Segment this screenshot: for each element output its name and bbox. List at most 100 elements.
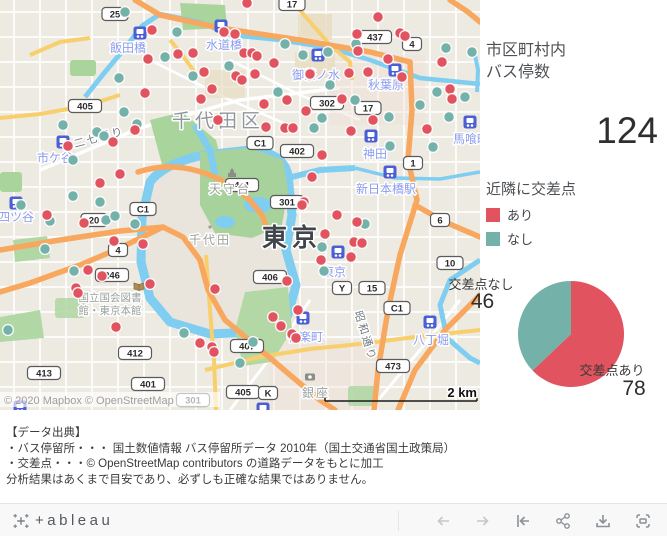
bus-stop-dot-with-crossing[interactable] <box>361 65 375 79</box>
bus-stop-dot-with-crossing[interactable] <box>113 167 127 181</box>
bus-stop-dot-with-crossing[interactable] <box>381 52 395 66</box>
bus-stop-dot-with-crossing[interactable] <box>299 104 313 118</box>
bus-stop-dot-with-crossing[interactable] <box>259 120 273 134</box>
bus-stop-dot-with-crossing[interactable] <box>217 25 231 39</box>
bus-stop-dot-with-crossing[interactable] <box>335 92 349 106</box>
bus-stop-dot-no-crossing[interactable] <box>382 110 396 124</box>
legend-item-no[interactable]: なし <box>486 229 576 248</box>
bus-stop-dot-with-crossing[interactable] <box>344 124 358 138</box>
bus-stop-dot-with-crossing[interactable] <box>228 27 242 41</box>
bus-stop-dot-no-crossing[interactable] <box>66 189 80 203</box>
bus-stop-dot-no-crossing[interactable] <box>108 209 122 223</box>
bus-stop-dot-with-crossing[interactable] <box>330 208 344 222</box>
bus-stop-dot-no-crossing[interactable] <box>278 37 292 51</box>
bus-stop-dot-with-crossing[interactable] <box>141 52 155 66</box>
bus-stop-dot-no-crossing[interactable] <box>348 93 362 107</box>
bus-stop-dot-no-crossing[interactable] <box>56 118 70 132</box>
fullscreen-button[interactable] <box>633 511 653 531</box>
bus-stop-dot-no-crossing[interactable] <box>383 139 397 153</box>
bus-stop-dot-with-crossing[interactable] <box>250 49 264 63</box>
bus-stop-dot-no-crossing[interactable] <box>93 195 107 209</box>
bus-stop-dot-with-crossing[interactable] <box>274 319 288 333</box>
bus-stop-dot-with-crossing[interactable] <box>280 274 294 288</box>
bus-stop-dot-no-crossing[interactable] <box>317 264 331 278</box>
bus-stop-dot-with-crossing[interactable] <box>289 331 303 345</box>
bus-stop-dot-with-crossing[interactable] <box>211 113 225 127</box>
bus-stop-dot-with-crossing[interactable] <box>342 66 356 80</box>
bus-stop-dot-with-crossing[interactable] <box>95 269 109 283</box>
bus-stop-dot-with-crossing[interactable] <box>128 123 142 137</box>
bus-stop-dot-with-crossing[interactable] <box>197 65 211 79</box>
bus-stop-dot-with-crossing[interactable] <box>280 93 294 107</box>
bus-stop-dot-with-crossing[interactable] <box>350 27 364 41</box>
share-button[interactable] <box>553 511 573 531</box>
bus-stop-dot-with-crossing[interactable] <box>77 216 91 230</box>
bus-stop-dot-no-crossing[interactable] <box>246 335 260 349</box>
bus-stop-dot-no-crossing[interactable] <box>439 41 453 55</box>
bus-stop-dot-with-crossing[interactable] <box>205 82 219 96</box>
bus-stop-dot-with-crossing[interactable] <box>445 92 459 106</box>
bus-stop-dot-with-crossing[interactable] <box>314 253 328 267</box>
bus-stop-dot-with-crossing[interactable] <box>93 176 107 190</box>
bus-stop-dot-with-crossing[interactable] <box>318 227 332 241</box>
bus-stop-dot-with-crossing[interactable] <box>71 286 85 300</box>
bus-stop-dot-with-crossing[interactable] <box>235 73 249 87</box>
bus-stop-dot-no-crossing[interactable] <box>14 198 28 212</box>
bus-stop-dot-with-crossing[interactable] <box>315 148 329 162</box>
undo-button[interactable] <box>433 511 453 531</box>
bus-stop-dot-with-crossing[interactable] <box>443 82 457 96</box>
bus-stop-dot-with-crossing[interactable] <box>305 170 319 184</box>
bus-stop-dot-with-crossing[interactable] <box>136 237 150 251</box>
bus-stop-dot-no-crossing[interactable] <box>430 85 444 99</box>
bus-stop-dot-no-crossing[interactable] <box>118 5 132 19</box>
bus-stop-dot-with-crossing[interactable] <box>194 92 208 106</box>
bus-stop-dot-with-crossing[interactable] <box>351 44 365 58</box>
bus-stop-dot-no-crossing[interactable] <box>117 105 131 119</box>
download-button[interactable] <box>593 511 613 531</box>
bus-stop-dot-no-crossing[interactable] <box>1 323 15 337</box>
bus-stop-dot-with-crossing[interactable] <box>295 198 309 212</box>
bus-stop-dot-no-crossing[interactable] <box>67 264 81 278</box>
bus-stop-dot-with-crossing[interactable] <box>420 122 434 136</box>
bus-stop-dot-with-crossing[interactable] <box>138 86 152 100</box>
bus-stop-dot-with-crossing[interactable] <box>208 282 222 296</box>
bus-stop-dot-with-crossing[interactable] <box>109 320 123 334</box>
bus-stop-dot-with-crossing[interactable] <box>435 55 449 69</box>
bus-stop-dot-no-crossing[interactable] <box>128 217 142 231</box>
bus-stop-dot-no-crossing[interactable] <box>413 98 427 112</box>
bus-stop-dot-with-crossing[interactable] <box>344 250 358 264</box>
map-canvas[interactable]: 25174374405 302 17C14021401301C120 64246 406… <box>0 0 491 416</box>
bus-stop-dot-with-crossing[interactable] <box>395 70 409 84</box>
bus-stop-dot-no-crossing[interactable] <box>426 140 440 154</box>
bus-stop-dot-no-crossing[interactable] <box>222 59 236 73</box>
bus-stop-dot-with-crossing[interactable] <box>355 236 369 250</box>
bus-stop-dot-with-crossing[interactable] <box>61 139 75 153</box>
bus-stop-dot-no-crossing[interactable] <box>321 45 335 59</box>
bus-stop-dot-with-crossing[interactable] <box>266 310 280 324</box>
bus-stop-dot-with-crossing[interactable] <box>257 97 271 111</box>
bus-stop-dot-with-crossing[interactable] <box>248 67 262 81</box>
bus-stop-dot-with-crossing[interactable] <box>366 113 380 127</box>
bus-stop-dot-no-crossing[interactable] <box>458 90 472 104</box>
bus-stop-dot-no-crossing[interactable] <box>158 50 172 64</box>
redo-button[interactable] <box>473 511 493 531</box>
bus-stop-dot-no-crossing[interactable] <box>465 45 479 59</box>
legend-item-yes[interactable]: あり <box>486 205 576 224</box>
bus-stop-dot-no-crossing[interactable] <box>307 121 321 135</box>
bus-stop-dot-with-crossing[interactable] <box>193 336 207 350</box>
bus-stop-dot-with-crossing[interactable] <box>291 303 305 317</box>
bus-stop-dot-no-crossing[interactable] <box>177 326 191 340</box>
bus-stop-dot-with-crossing[interactable] <box>171 47 185 61</box>
bus-stop-dot-no-crossing[interactable] <box>323 78 337 92</box>
bus-stop-dot-with-crossing[interactable] <box>145 23 159 37</box>
bus-stop-dot-with-crossing[interactable] <box>186 46 200 60</box>
bus-stop-dot-with-crossing[interactable] <box>398 29 412 43</box>
bus-stop-dot-with-crossing[interactable] <box>106 135 120 149</box>
bus-stop-dot-with-crossing[interactable] <box>81 263 95 277</box>
bus-stop-dot-no-crossing[interactable] <box>315 111 329 125</box>
bus-stop-dot-with-crossing[interactable] <box>267 56 281 70</box>
bus-stop-dot-with-crossing[interactable] <box>350 215 364 229</box>
bus-stop-dot-no-crossing[interactable] <box>170 25 184 39</box>
bus-stop-dot-no-crossing[interactable] <box>233 356 247 370</box>
bus-stop-dot-no-crossing[interactable] <box>442 110 456 124</box>
